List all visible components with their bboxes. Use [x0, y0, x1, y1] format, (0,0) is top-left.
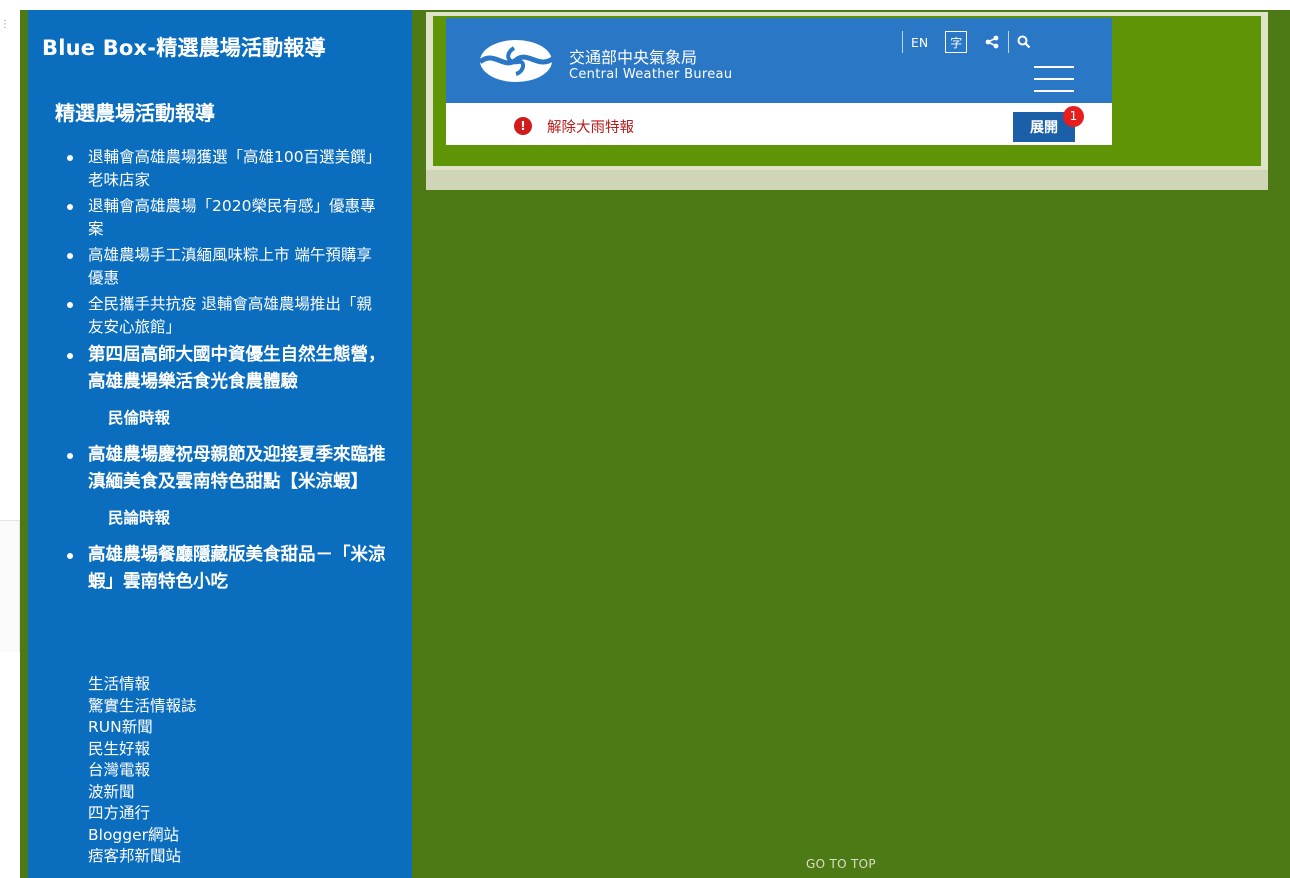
left-edge-panel — [0, 520, 20, 652]
notification-badge: 1 — [1063, 106, 1084, 127]
article-source: 民論時報 — [108, 508, 171, 527]
article-link[interactable]: 退輔會高雄農場「2020榮民有感」優惠專案 — [66, 195, 386, 241]
share-icon[interactable] — [984, 34, 1000, 50]
site-title[interactable]: Blue Box-精選農場活動報導 — [42, 32, 326, 62]
widget-frame-bottom — [426, 170, 1268, 190]
search-icon[interactable] — [1017, 35, 1031, 49]
cwb-name-chinese[interactable]: 交通部中央氣象局 — [569, 44, 697, 68]
drag-handle-icon[interactable]: ⋮ — [0, 20, 10, 30]
link-item[interactable]: 民生好報 — [88, 739, 197, 761]
article-list: 退輔會高雄農場獲選「高雄100百選美饌」老味店家 退輔會高雄農場「2020榮民有… — [66, 146, 386, 596]
article-link[interactable]: 第四屆高師大國中資優生自然生態營，高雄農場樂活食光食農體驗 — [66, 342, 386, 396]
go-to-top-link[interactable]: GO TO TOP — [806, 857, 876, 871]
alert-text[interactable]: 解除大雨特報 — [547, 116, 634, 137]
article-link[interactable]: 全民攜手共抗疫 退輔會高雄農場推出「親友安心旅館」 — [66, 293, 386, 339]
link-item[interactable]: 四方通行 — [88, 803, 197, 825]
link-item[interactable]: 台灣電報 — [88, 760, 197, 782]
cwb-header: 交通部中央氣象局 Central Weather Bureau EN 字 — [446, 18, 1112, 103]
weather-alert-bar: ! 解除大雨特報 展開 1 — [446, 103, 1112, 145]
sidebar: Blue Box-精選農場活動報導 精選農場活動報導 退輔會高雄農場獲選「高雄1… — [28, 10, 412, 878]
link-item[interactable]: 波新聞 — [88, 782, 197, 804]
article-link[interactable]: 退輔會高雄農場獲選「高雄100百選美饌」老味店家 — [66, 146, 386, 192]
article-source: 民倫時報 — [108, 408, 171, 427]
cwb-toolbar: EN 字 — [894, 28, 1031, 56]
link-item[interactable]: RUN新聞 — [88, 717, 197, 739]
link-item[interactable]: 生活情報 — [88, 674, 197, 696]
menu-icon[interactable] — [1034, 66, 1074, 92]
link-list: 生活情報 驚實生活情報誌 RUN新聞 民生好報 台灣電報 波新聞 四方通行 Bl… — [88, 674, 197, 868]
font-size-button[interactable]: 字 — [945, 31, 968, 53]
link-item[interactable]: 驚實生活情報誌 — [88, 696, 197, 718]
article-link[interactable]: 高雄農場慶祝母親節及迎接夏季來臨推滇緬美食及雲南特色甜點【米涼蝦】 — [66, 442, 386, 496]
cwb-logo-icon[interactable] — [474, 38, 558, 84]
language-toggle[interactable]: EN — [911, 35, 928, 50]
link-item[interactable]: 痞客邦新聞站 — [88, 846, 197, 868]
alert-icon: ! — [514, 117, 532, 135]
link-item[interactable]: Blogger網站 — [88, 825, 197, 847]
section-title: 精選農場活動報導 — [55, 101, 215, 125]
article-link[interactable]: 高雄農場手工滇緬風味粽上市 端午預購享優惠 — [66, 244, 386, 290]
article-link[interactable]: 高雄農場餐廳隱藏版美食甜品－「米涼蝦」雲南特色小吃 — [66, 542, 386, 596]
cwb-name-english[interactable]: Central Weather Bureau — [569, 67, 732, 82]
